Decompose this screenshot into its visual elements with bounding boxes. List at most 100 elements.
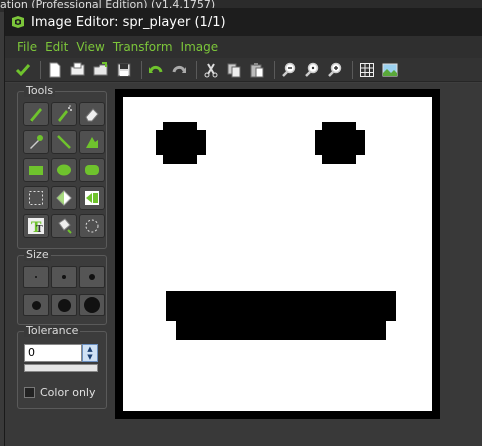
size-3-button[interactable] bbox=[79, 266, 105, 288]
color-only-checkbox[interactable] bbox=[24, 387, 35, 398]
cut-icon bbox=[204, 62, 218, 77]
undo-icon bbox=[149, 65, 163, 73]
cut-button[interactable] bbox=[201, 60, 221, 80]
image-editor-window: Image Editor: spr_player (1/1) File Edit… bbox=[4, 8, 482, 446]
rectangle-icon bbox=[29, 166, 43, 175]
redo-button[interactable] bbox=[169, 60, 189, 80]
spin-down-icon[interactable]: ▼ bbox=[83, 353, 97, 361]
brush-size-dot bbox=[57, 298, 71, 312]
image-preview-button[interactable] bbox=[380, 60, 400, 80]
brush-size-dot bbox=[62, 275, 66, 279]
size-6-button[interactable] bbox=[79, 294, 105, 316]
redo-icon bbox=[172, 65, 186, 73]
size-panel: Size bbox=[17, 249, 107, 325]
menu-transform[interactable]: Transform bbox=[113, 40, 173, 54]
fill-selection-icon bbox=[85, 191, 99, 205]
circle-selection-icon bbox=[85, 219, 99, 233]
eraser-tool-button[interactable] bbox=[79, 102, 105, 126]
editor-content: Tools T T Size Tolerance 0 ▲ ▼ Color onl… bbox=[5, 83, 482, 446]
grid-button[interactable] bbox=[357, 60, 377, 80]
zoom-reset-button[interactable] bbox=[302, 60, 322, 80]
size-4-button[interactable] bbox=[23, 294, 49, 316]
tools-panel: Tools T T bbox=[17, 85, 107, 249]
title-bar[interactable]: Image Editor: spr_player (1/1) bbox=[5, 8, 482, 36]
confirm-icon bbox=[15, 63, 31, 76]
open-folder-button[interactable] bbox=[91, 60, 111, 80]
menu-view[interactable]: View bbox=[76, 40, 104, 54]
menu-bar: File Edit View Transform Image bbox=[5, 36, 482, 58]
pencil-icon bbox=[30, 108, 42, 122]
zoom-out-button[interactable] bbox=[279, 60, 299, 80]
svg-text:T: T bbox=[36, 225, 43, 235]
open-folder-icon bbox=[93, 61, 108, 75]
color-picker-tool-button[interactable] bbox=[23, 130, 49, 154]
open-button[interactable] bbox=[68, 60, 88, 80]
image-canvas-frame bbox=[115, 89, 440, 419]
toolbar-separator bbox=[40, 60, 41, 79]
selection-tool-button[interactable] bbox=[23, 186, 49, 210]
new-button[interactable] bbox=[45, 60, 65, 80]
tolerance-slider[interactable] bbox=[24, 364, 98, 372]
ellipse-tool-button[interactable] bbox=[51, 158, 77, 182]
toolbar bbox=[5, 58, 482, 82]
new-icon bbox=[49, 62, 61, 77]
brush-size-dot bbox=[84, 297, 100, 313]
window-title: Image Editor: spr_player (1/1) bbox=[31, 14, 226, 30]
text-icon: TT bbox=[28, 218, 44, 235]
toolbar-separator bbox=[352, 60, 353, 79]
polygon-tool-button[interactable] bbox=[79, 130, 105, 154]
magic-wand-tool-button[interactable] bbox=[51, 186, 77, 210]
toolbar-separator bbox=[141, 60, 142, 79]
save-button[interactable] bbox=[114, 60, 134, 80]
line-icon bbox=[57, 135, 71, 149]
image-canvas[interactable] bbox=[123, 97, 432, 411]
undo-button[interactable] bbox=[146, 60, 166, 80]
magic-wand-icon bbox=[56, 190, 72, 206]
zoom-out-icon bbox=[282, 62, 296, 77]
brush-size-dot bbox=[35, 276, 37, 278]
tolerance-input[interactable]: 0 bbox=[24, 344, 82, 362]
fill-selection-tool-button[interactable] bbox=[79, 186, 105, 210]
size-1-button[interactable] bbox=[23, 266, 49, 288]
line-tool-button[interactable] bbox=[51, 130, 77, 154]
circle-selection-tool-button[interactable] bbox=[79, 214, 105, 238]
confirm-button[interactable] bbox=[13, 60, 33, 80]
color-only-label: Color only bbox=[40, 386, 96, 399]
paint-bucket-icon bbox=[58, 218, 72, 234]
size-panel-label: Size bbox=[24, 248, 51, 261]
fill-tool-button[interactable] bbox=[51, 214, 77, 238]
spin-up-icon[interactable]: ▲ bbox=[83, 345, 97, 353]
zoom-reset-icon bbox=[305, 62, 319, 77]
paste-icon bbox=[250, 62, 264, 77]
tolerance-spinner[interactable]: ▲ ▼ bbox=[82, 344, 98, 362]
text-tool-button[interactable]: TT bbox=[23, 214, 49, 238]
rounded-rectangle-tool-button[interactable] bbox=[79, 158, 105, 182]
spray-icon bbox=[58, 105, 72, 122]
brush-size-dot bbox=[89, 274, 95, 280]
pencil-tool-button[interactable] bbox=[23, 102, 49, 126]
color-picker-icon bbox=[30, 135, 43, 149]
menu-file[interactable]: File bbox=[17, 40, 37, 54]
selection-icon bbox=[29, 191, 43, 205]
tolerance-panel: Tolerance 0 ▲ ▼ Color only bbox=[17, 325, 107, 409]
left-eye-pixels bbox=[163, 122, 197, 164]
save-icon bbox=[117, 63, 131, 76]
size-5-button[interactable] bbox=[51, 294, 77, 316]
size-2-button[interactable] bbox=[51, 266, 77, 288]
spray-tool-button[interactable] bbox=[51, 102, 77, 126]
mouth-pixels bbox=[176, 319, 386, 340]
zoom-in-button[interactable] bbox=[325, 60, 345, 80]
image-preview-icon bbox=[382, 63, 398, 76]
color-only-option[interactable]: Color only bbox=[24, 386, 95, 399]
paste-button[interactable] bbox=[247, 60, 267, 80]
copy-icon bbox=[227, 63, 241, 77]
open-icon bbox=[70, 62, 85, 75]
brush-size-dot bbox=[31, 300, 41, 310]
menu-image[interactable]: Image bbox=[181, 40, 219, 54]
copy-button[interactable] bbox=[224, 60, 244, 80]
right-eye-pixels bbox=[322, 122, 356, 164]
rectangle-tool-button[interactable] bbox=[23, 158, 49, 182]
zoom-in-icon bbox=[328, 62, 342, 77]
tolerance-panel-label: Tolerance bbox=[24, 324, 81, 337]
menu-edit[interactable]: Edit bbox=[45, 40, 68, 54]
